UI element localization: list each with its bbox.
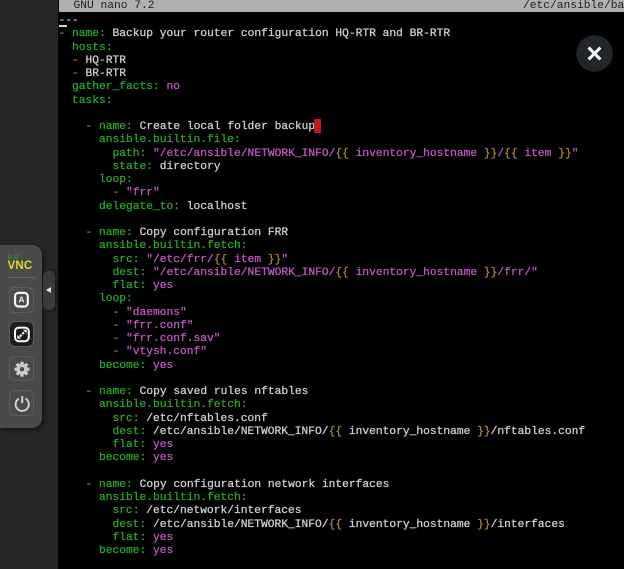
svg-text:A: A (18, 295, 24, 304)
